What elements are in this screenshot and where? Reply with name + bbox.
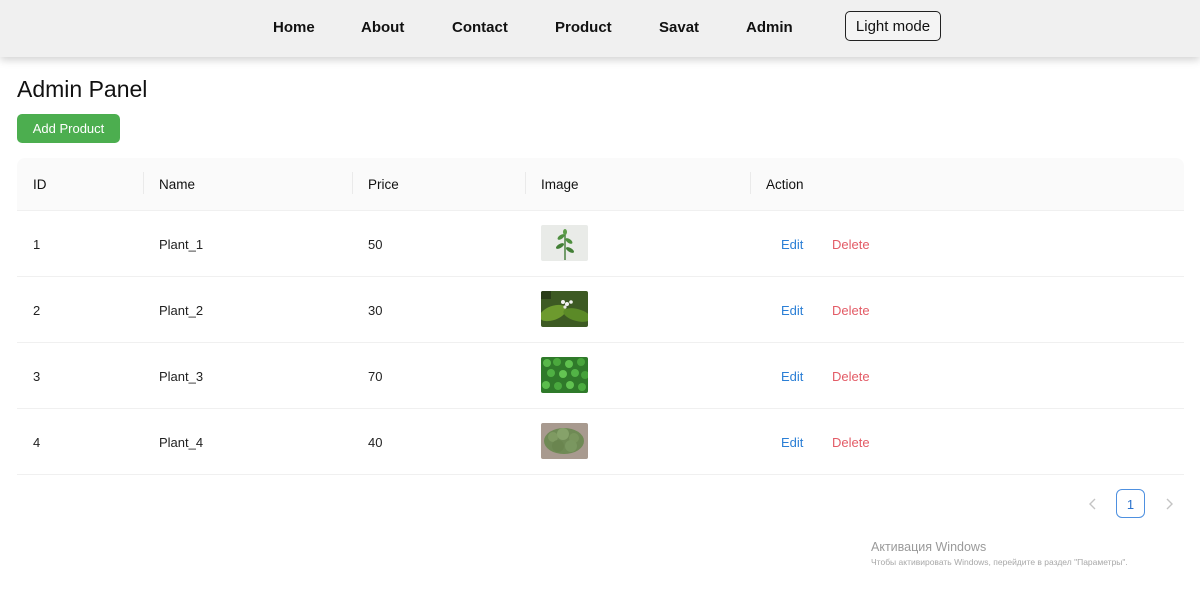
- top-navbar: Home About Contact Product Savat Admin L…: [0, 0, 1200, 57]
- table-row: 2 Plant_2 30 Edit Delete: [17, 277, 1184, 343]
- cell-name: Plant_3: [159, 369, 204, 384]
- cell-name: Plant_2: [159, 303, 204, 318]
- column-header-name: Name: [159, 177, 196, 192]
- delete-link[interactable]: Delete: [832, 435, 870, 450]
- cell-price: 40: [368, 435, 383, 450]
- product-thumbnail: [541, 225, 588, 261]
- delete-link[interactable]: Delete: [832, 303, 870, 318]
- edit-link[interactable]: Edit: [781, 369, 803, 384]
- cell-price: 70: [368, 369, 383, 384]
- windows-activation-watermark-subtitle: Чтобы активировать Windows, перейдите в …: [871, 557, 1128, 567]
- page-title: Admin Panel: [17, 76, 148, 102]
- column-divider: [352, 172, 353, 194]
- nav-home-link[interactable]: Home: [273, 19, 315, 36]
- column-header-image: Image: [541, 177, 579, 192]
- table-header: ID Name Price Image Action: [17, 158, 1184, 211]
- chevron-left-icon[interactable]: [1088, 497, 1098, 515]
- edit-link[interactable]: Edit: [781, 435, 803, 450]
- add-product-button[interactable]: Add Product: [17, 114, 120, 143]
- nav-about-link[interactable]: About: [361, 19, 404, 36]
- windows-activation-watermark-title: Активация Windows: [871, 540, 987, 554]
- column-header-id: ID: [33, 177, 47, 192]
- product-thumbnail: [541, 291, 588, 327]
- cell-id: 4: [33, 435, 41, 450]
- chevron-right-icon[interactable]: [1164, 497, 1174, 515]
- column-divider: [143, 172, 144, 194]
- pagination-page-1[interactable]: 1: [1116, 489, 1145, 518]
- edit-link[interactable]: Edit: [781, 237, 803, 252]
- edit-link[interactable]: Edit: [781, 303, 803, 318]
- cell-id: 3: [33, 369, 41, 384]
- column-header-price: Price: [368, 177, 399, 192]
- cell-price: 50: [368, 237, 383, 252]
- table-row: 3 Plant_3 70 Edit Delete: [17, 343, 1184, 409]
- column-divider: [525, 172, 526, 194]
- table-row: 4 Plant_4 40 Edit Delete: [17, 409, 1184, 475]
- cell-name: Plant_4: [159, 435, 204, 450]
- cell-price: 30: [368, 303, 383, 318]
- table-row: 1 Plant_1 50 Edit Delete: [17, 211, 1184, 277]
- cell-id: 1: [33, 237, 41, 252]
- nav-contact-link[interactable]: Contact: [452, 19, 508, 36]
- nav-savat-link[interactable]: Savat: [659, 19, 699, 36]
- column-header-action: Action: [766, 177, 804, 192]
- product-thumbnail: [541, 357, 588, 393]
- cell-name: Plant_1: [159, 237, 204, 252]
- delete-link[interactable]: Delete: [832, 369, 870, 384]
- products-table: ID Name Price Image Action 1 Plant_1 50 …: [17, 158, 1184, 475]
- delete-link[interactable]: Delete: [832, 237, 870, 252]
- nav-product-link[interactable]: Product: [555, 19, 612, 36]
- cell-id: 2: [33, 303, 41, 318]
- theme-toggle-button[interactable]: Light mode: [845, 11, 941, 41]
- product-thumbnail: [541, 423, 588, 459]
- nav-admin-link[interactable]: Admin: [746, 19, 793, 36]
- column-divider: [750, 172, 751, 194]
